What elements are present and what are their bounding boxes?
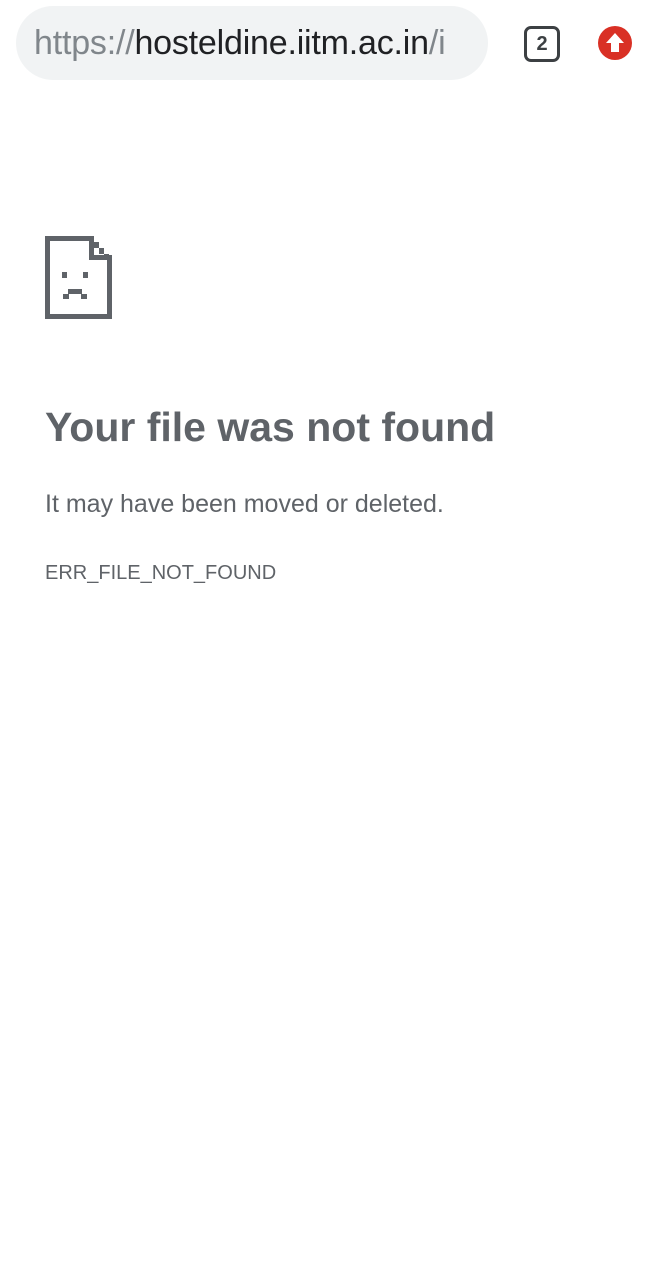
url-path: /i [428, 24, 446, 62]
url-host: hosteldine.iitm.ac.in [134, 24, 429, 62]
error-code: ERR_FILE_NOT_FOUND [45, 562, 277, 584]
url-text[interactable]: https://hosteldine.iitm.ac.in/i [34, 6, 446, 80]
url-scheme: https:// [34, 24, 135, 62]
browser-toolbar: https://hosteldine.iitm.ac.in/i 2 [0, 0, 667, 86]
error-description: It may have been moved or deleted. [45, 490, 444, 518]
tab-count: 2 [536, 33, 548, 55]
tab-switcher-button[interactable]: 2 [524, 26, 560, 62]
error-title: Your file was not found [45, 404, 496, 450]
sad-document-icon [45, 236, 112, 319]
address-bar[interactable]: https://hosteldine.iitm.ac.in/i [16, 6, 488, 80]
arrow-up-circle-icon[interactable] [598, 26, 632, 60]
